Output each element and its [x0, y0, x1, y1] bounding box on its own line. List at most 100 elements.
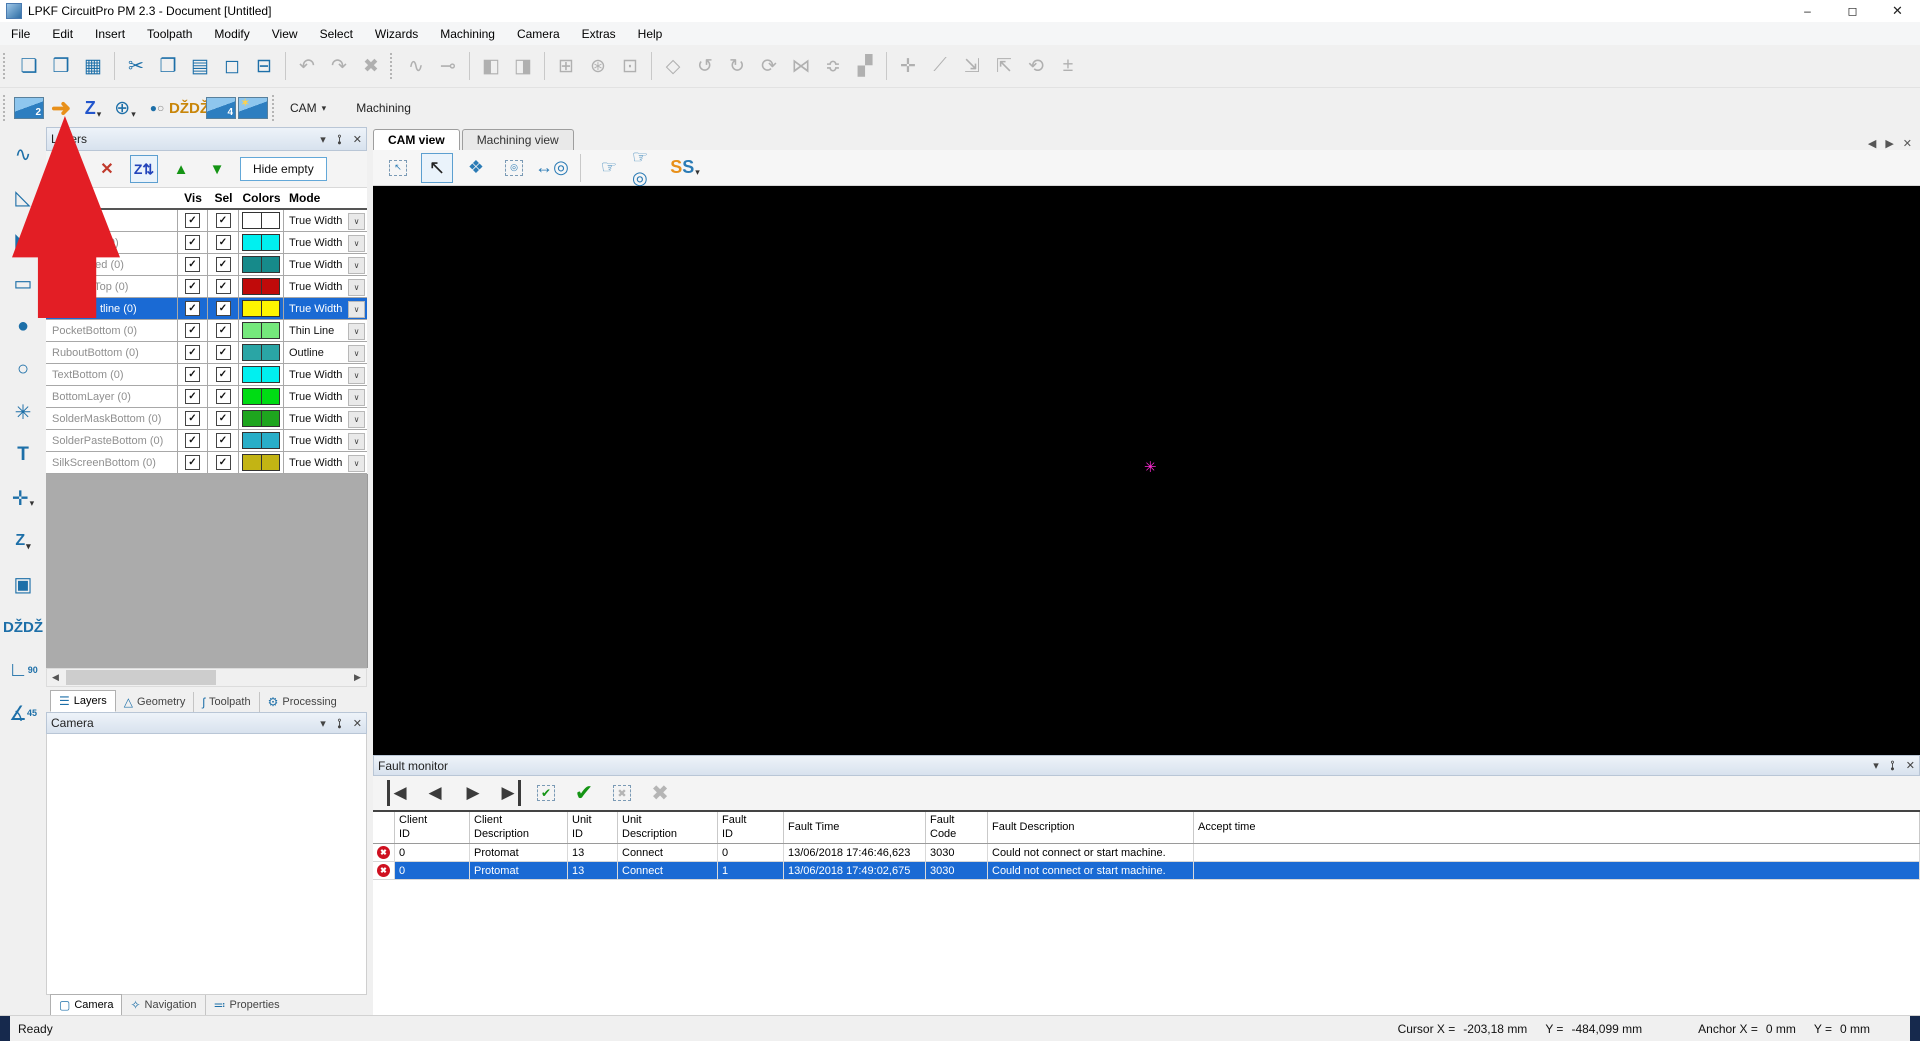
text-tool-icon[interactable]: T — [6, 440, 40, 470]
layer-row[interactable]: SilkScreenBottom (0) ✓ ✓ True Width∨ — [46, 452, 367, 474]
open-icon[interactable]: ❒ — [45, 50, 77, 82]
camera-panel-header[interactable]: Camera ▾ ⊶ ✕ — [46, 712, 367, 734]
delete-icon[interactable]: ✖ — [355, 50, 387, 82]
selectable-checkbox[interactable]: ✓ — [216, 213, 231, 228]
selectable-checkbox[interactable]: ✓ — [216, 367, 231, 382]
pointer-select-icon[interactable]: ↖ — [421, 153, 453, 183]
next-fault-icon[interactable]: ▶ — [460, 780, 486, 806]
scale-down-icon[interactable]: ⇲ — [956, 50, 988, 82]
angle-45-icon[interactable]: ∡45 — [6, 698, 40, 728]
fault-row[interactable]: ✖ 0 Protomat 13 Connect 0 13/06/2018 17:… — [373, 844, 1920, 862]
visibility-checkbox[interactable]: ✓ — [185, 367, 200, 382]
print-icon[interactable]: ⊟ — [248, 50, 280, 82]
mode-dropdown[interactable]: ∨ — [348, 301, 365, 318]
layer-row[interactable]: SolderPasteBottom (0) ✓ ✓ True Width∨ — [46, 430, 367, 452]
mode-dropdown[interactable]: ∨ — [348, 345, 365, 362]
menu-toolpath[interactable]: Toolpath — [136, 22, 203, 45]
delete-layer-icon[interactable]: ✕ — [94, 156, 120, 182]
layer-color-swatch[interactable] — [242, 454, 280, 471]
machining-combo[interactable]: Machining — [348, 101, 419, 115]
menu-view[interactable]: View — [261, 22, 309, 45]
fit-to-screen-icon[interactable]: ❖ — [461, 154, 491, 182]
scroll-right-icon[interactable]: ▶ — [349, 672, 366, 683]
last-fault-icon[interactable]: ▶ — [498, 780, 521, 806]
group-add-icon[interactable]: ⊞ — [550, 50, 582, 82]
close-panel-icon[interactable]: ✕ — [353, 717, 362, 730]
menu-machining[interactable]: Machining — [429, 22, 506, 45]
mode-dropdown[interactable]: ∨ — [348, 235, 365, 252]
minimize-button[interactable]: – — [1785, 0, 1830, 22]
pin-icon[interactable]: ⊶ — [1886, 760, 1899, 771]
rotate-cw-icon[interactable]: ↻ — [721, 50, 753, 82]
selectable-checkbox[interactable]: ✓ — [216, 411, 231, 426]
copy-icon[interactable]: ❐ — [152, 50, 184, 82]
zoom-width-icon[interactable]: ↔◎ — [537, 154, 567, 182]
menu-wizards[interactable]: Wizards — [364, 22, 429, 45]
layer-color-swatch[interactable] — [242, 322, 280, 339]
panel-menu-icon[interactable]: ▾ — [1873, 759, 1879, 772]
visibility-checkbox[interactable]: ✓ — [185, 301, 200, 316]
visibility-checkbox[interactable]: ✓ — [185, 389, 200, 404]
tab-processing[interactable]: ⚙Processing — [260, 692, 345, 712]
tab-cam-view[interactable]: CAM view — [373, 129, 460, 150]
menu-modify[interactable]: Modify — [203, 22, 260, 45]
tab-layers[interactable]: ☰Layers — [50, 690, 116, 712]
tab-geometry[interactable]: △Geometry — [116, 692, 195, 712]
pin-tool-icon[interactable]: ǄǄ — [6, 612, 40, 642]
fault-monitor-header[interactable]: Fault monitor ▾ ⊶ ✕ — [373, 755, 1920, 776]
menu-extras[interactable]: Extras — [571, 22, 627, 45]
tab-camera[interactable]: ▢Camera — [50, 994, 122, 1016]
mirror-horizontal-icon[interactable]: ⋈ — [785, 50, 817, 82]
layers-horizontal-scrollbar[interactable]: ◀ ▶ — [46, 668, 367, 687]
selectable-checkbox[interactable]: ✓ — [216, 345, 231, 360]
mode-dropdown[interactable]: ∨ — [348, 279, 365, 296]
mode-dropdown[interactable]: ∨ — [348, 257, 365, 274]
draw-rectangle-icon[interactable]: ▭ — [6, 268, 40, 298]
layer-color-swatch[interactable] — [242, 212, 280, 229]
save-icon[interactable]: ▦ — [77, 50, 109, 82]
mirror-vertical-icon[interactable]: ≎ — [817, 50, 849, 82]
circle-filled-icon[interactable]: ● — [6, 311, 40, 341]
camera-image-icon[interactable]: ▣ — [6, 569, 40, 599]
tab-properties[interactable]: ≕Properties — [206, 995, 288, 1015]
move-icon[interactable]: ✛ — [892, 50, 924, 82]
circle-outline-icon[interactable]: ○ — [6, 354, 40, 384]
drill-pins-icon[interactable]: ǄǄ — [173, 92, 205, 124]
print-preview-icon[interactable]: ◻ — [216, 50, 248, 82]
layer-color-swatch[interactable] — [242, 300, 280, 317]
menu-help[interactable]: Help — [627, 22, 674, 45]
mode-dropdown[interactable]: ∨ — [348, 411, 365, 428]
pin-icon[interactable]: ⊶ — [333, 718, 346, 729]
scroll-left-icon[interactable]: ◀ — [47, 672, 64, 683]
layer-color-swatch[interactable] — [242, 256, 280, 273]
board-production-wizard-icon[interactable]: 2 — [13, 92, 45, 124]
tab-navigation[interactable]: ✧Navigation — [122, 995, 205, 1015]
menu-camera[interactable]: Camera — [506, 22, 571, 45]
anchor-dropdown-icon[interactable]: ✛▾ — [6, 483, 40, 513]
angle-90-icon[interactable]: ∟90 — [6, 655, 40, 685]
cam-view-combo[interactable]: CAM▾ — [282, 101, 334, 115]
zorder-dropdown-icon[interactable]: Z▾ — [6, 526, 40, 556]
scrollbar-thumb[interactable] — [66, 670, 216, 685]
layer-row[interactable]: TextBottom (0) ✓ ✓ True Width∨ — [46, 364, 367, 386]
move-layer-down-icon[interactable]: ▼ — [204, 156, 230, 182]
tab-close-icon[interactable]: ✕ — [1903, 137, 1912, 150]
visibility-checkbox[interactable]: ✓ — [185, 213, 200, 228]
visibility-checkbox[interactable]: ✓ — [185, 323, 200, 338]
visibility-checkbox[interactable]: ✓ — [185, 455, 200, 470]
zoom-window-icon[interactable]: ◎ — [499, 154, 529, 182]
image-4-icon[interactable]: 4 — [205, 92, 237, 124]
maximize-button[interactable]: ◻ — [1830, 0, 1875, 22]
process-planning-wizard-icon[interactable]: ➜ — [45, 92, 77, 124]
pin-icon[interactable]: ⊶ — [333, 134, 346, 145]
selectable-checkbox[interactable]: ✓ — [216, 433, 231, 448]
move-layer-up-icon[interactable]: ▲ — [168, 156, 194, 182]
selectable-checkbox[interactable]: ✓ — [216, 323, 231, 338]
flip-left-icon[interactable]: ◧ — [475, 50, 507, 82]
technology-dialog-icon[interactable]: Z▾ — [77, 92, 109, 124]
first-fault-icon[interactable]: ◀ — [387, 780, 410, 806]
panel-menu-icon[interactable]: ▾ — [320, 133, 326, 146]
rotate-angle-icon[interactable]: ⟳ — [753, 50, 785, 82]
tab-scroll-right-icon[interactable]: ▶ — [1885, 137, 1893, 150]
menu-select[interactable]: Select — [309, 22, 364, 45]
